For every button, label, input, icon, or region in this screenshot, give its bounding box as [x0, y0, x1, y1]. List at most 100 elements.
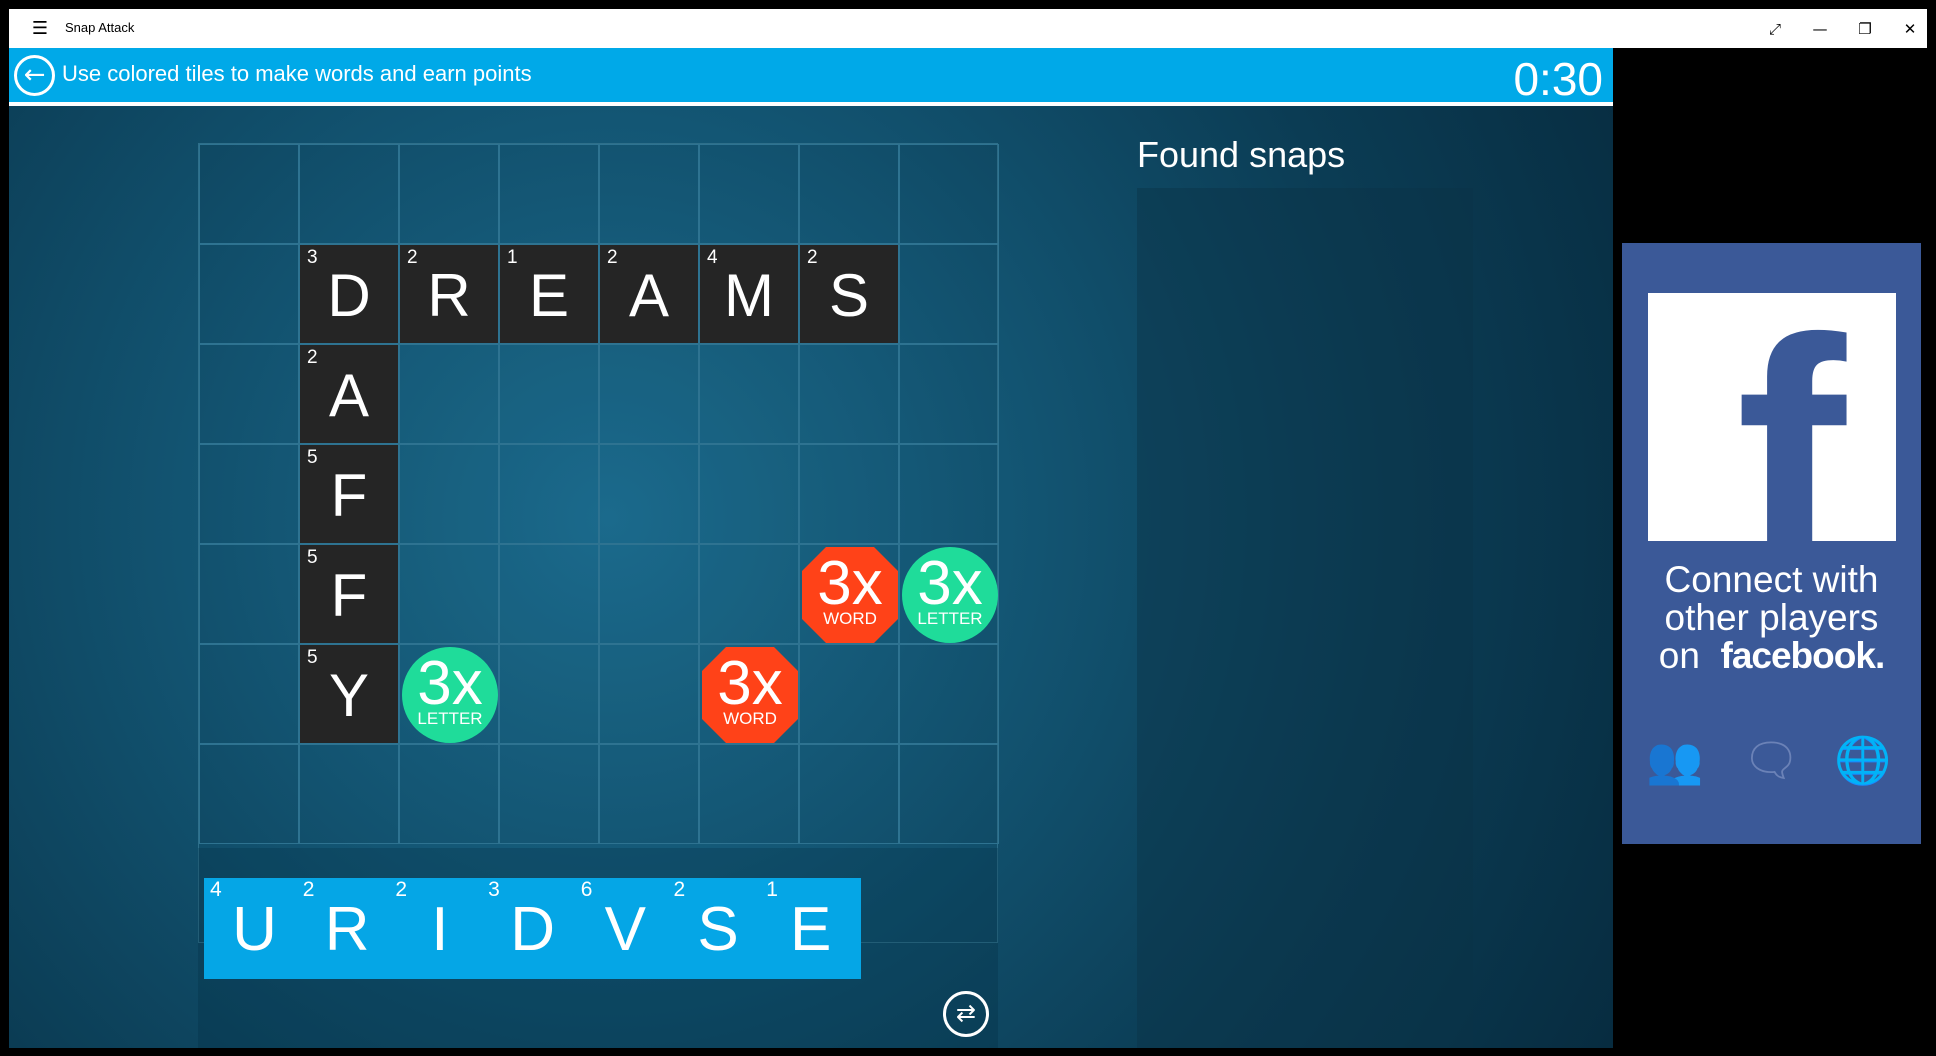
board-tile[interactable]: 5Y: [300, 645, 398, 743]
board-cell[interactable]: 5Y: [299, 644, 399, 744]
board-cell[interactable]: [799, 744, 899, 844]
triple-word-bonus[interactable]: 3x WORD: [702, 647, 798, 743]
game-area: ← Use colored tiles to make words and ea…: [9, 48, 1613, 1048]
board-cell[interactable]: 2A: [599, 244, 699, 344]
board-tile[interactable]: 2R: [400, 245, 498, 343]
board-cell[interactable]: [599, 644, 699, 744]
facebook-ad[interactable]: f Connect with other players on facebook…: [1622, 243, 1921, 844]
board-cell[interactable]: [699, 144, 799, 244]
board-cell[interactable]: [199, 544, 299, 644]
bonus-multiplier: 3x: [917, 549, 983, 618]
facebook-wordmark: facebook.: [1720, 635, 1886, 676]
board-cell[interactable]: [699, 444, 799, 544]
board-cell[interactable]: [399, 444, 499, 544]
board-cell[interactable]: [199, 644, 299, 744]
board-cell[interactable]: [499, 544, 599, 644]
hamburger-icon[interactable]: ☰: [23, 17, 57, 41]
arrow-left-icon[interactable]: ←: [14, 55, 55, 96]
board-cell[interactable]: [499, 644, 599, 744]
board-cell[interactable]: 3D: [299, 244, 399, 344]
board-cell[interactable]: 5F: [299, 544, 399, 644]
board-cell[interactable]: [499, 144, 599, 244]
board-cell[interactable]: [899, 344, 999, 444]
board-cell[interactable]: [699, 344, 799, 444]
board-cell[interactable]: [199, 344, 299, 444]
board-cell[interactable]: [699, 544, 799, 644]
board-cell[interactable]: [199, 444, 299, 544]
board-cell[interactable]: [799, 344, 899, 444]
triple-letter-bonus[interactable]: 3x LETTER: [402, 647, 498, 743]
tile-letter: F: [330, 462, 368, 529]
bonus-multiplier: 3x: [817, 549, 883, 618]
board-tile[interactable]: 5F: [300, 545, 398, 643]
board-cell[interactable]: [399, 544, 499, 644]
rack-tile[interactable]: 2S: [667, 878, 769, 979]
board-cell[interactable]: 5F: [299, 444, 399, 544]
rack-tile[interactable]: 2R: [296, 878, 398, 979]
board-cell[interactable]: [399, 344, 499, 444]
found-snaps-list[interactable]: [1137, 188, 1473, 1048]
countdown-timer: 0:30: [1513, 53, 1603, 105]
rack-tile[interactable]: 6V: [574, 878, 676, 979]
globe-icon: 🌐: [1834, 733, 1892, 787]
board-cell[interactable]: [899, 144, 999, 244]
board-tile[interactable]: 2S: [800, 245, 898, 343]
board-cell[interactable]: [499, 444, 599, 544]
board-cell[interactable]: 2S: [799, 244, 899, 344]
tile-letter: E: [790, 895, 832, 964]
board-cell[interactable]: [799, 444, 899, 544]
board-cell[interactable]: [899, 444, 999, 544]
triple-letter-bonus[interactable]: 3x LETTER: [902, 547, 998, 643]
board-cell[interactable]: [299, 744, 399, 844]
board-cell[interactable]: [599, 744, 699, 844]
tile-letter: I: [431, 895, 449, 964]
rack-tile[interactable]: 1E: [760, 878, 862, 979]
close-icon[interactable]: ✕: [1892, 15, 1928, 43]
rack-tile[interactable]: 2I: [389, 878, 491, 979]
triple-word-bonus[interactable]: 3x WORD: [802, 547, 898, 643]
board-cell[interactable]: [799, 644, 899, 744]
board-cell[interactable]: [199, 744, 299, 844]
board-tile[interactable]: 2A: [600, 245, 698, 343]
board-cell[interactable]: [599, 444, 699, 544]
ad-line-1: Connect with: [1664, 559, 1879, 600]
restore-icon[interactable]: ❐: [1847, 15, 1883, 43]
minimize-icon[interactable]: —: [1802, 15, 1838, 43]
board-tile[interactable]: 2A: [300, 345, 398, 443]
board-cell[interactable]: 2R: [399, 244, 499, 344]
board-tile[interactable]: 5F: [300, 445, 398, 543]
board-cell[interactable]: 3x WORD: [699, 644, 799, 744]
board-cell[interactable]: 4M: [699, 244, 799, 344]
board-tile[interactable]: 1E: [500, 245, 598, 343]
board-cell[interactable]: [499, 744, 599, 844]
board-tile[interactable]: 3D: [300, 245, 398, 343]
board-cell[interactable]: 1E: [499, 244, 599, 344]
board-cell[interactable]: [599, 144, 699, 244]
board-cell[interactable]: [599, 344, 699, 444]
board-cell[interactable]: [399, 744, 499, 844]
board-cell[interactable]: 2A: [299, 344, 399, 444]
game-header: ← Use colored tiles to make words and ea…: [9, 48, 1613, 106]
expand-icon[interactable]: ⤢: [1757, 15, 1793, 43]
board-cell[interactable]: [399, 144, 499, 244]
tile-letter: S: [828, 262, 870, 329]
board-cell[interactable]: [699, 744, 799, 844]
board-cell[interactable]: [899, 744, 999, 844]
board-cell[interactable]: [199, 244, 299, 344]
board-cell[interactable]: [299, 144, 399, 244]
board-cell[interactable]: 3x WORD: [799, 544, 899, 644]
board-cell[interactable]: [499, 344, 599, 444]
board-cell[interactable]: [199, 144, 299, 244]
rack-tile[interactable]: 3D: [482, 878, 584, 979]
tile-letter: M: [724, 262, 774, 329]
chat-icon: 🗨: [1742, 733, 1801, 787]
board-cell[interactable]: [599, 544, 699, 644]
rack-tile[interactable]: 4U: [204, 878, 305, 979]
board-cell[interactable]: [899, 644, 999, 744]
board-cell[interactable]: 3x LETTER: [899, 544, 999, 644]
board-cell[interactable]: 3x LETTER: [399, 644, 499, 744]
board-tile[interactable]: 4M: [700, 245, 798, 343]
board-cell[interactable]: [799, 144, 899, 244]
shuffle-icon[interactable]: ⇄: [943, 991, 989, 1037]
board-cell[interactable]: [899, 244, 999, 344]
